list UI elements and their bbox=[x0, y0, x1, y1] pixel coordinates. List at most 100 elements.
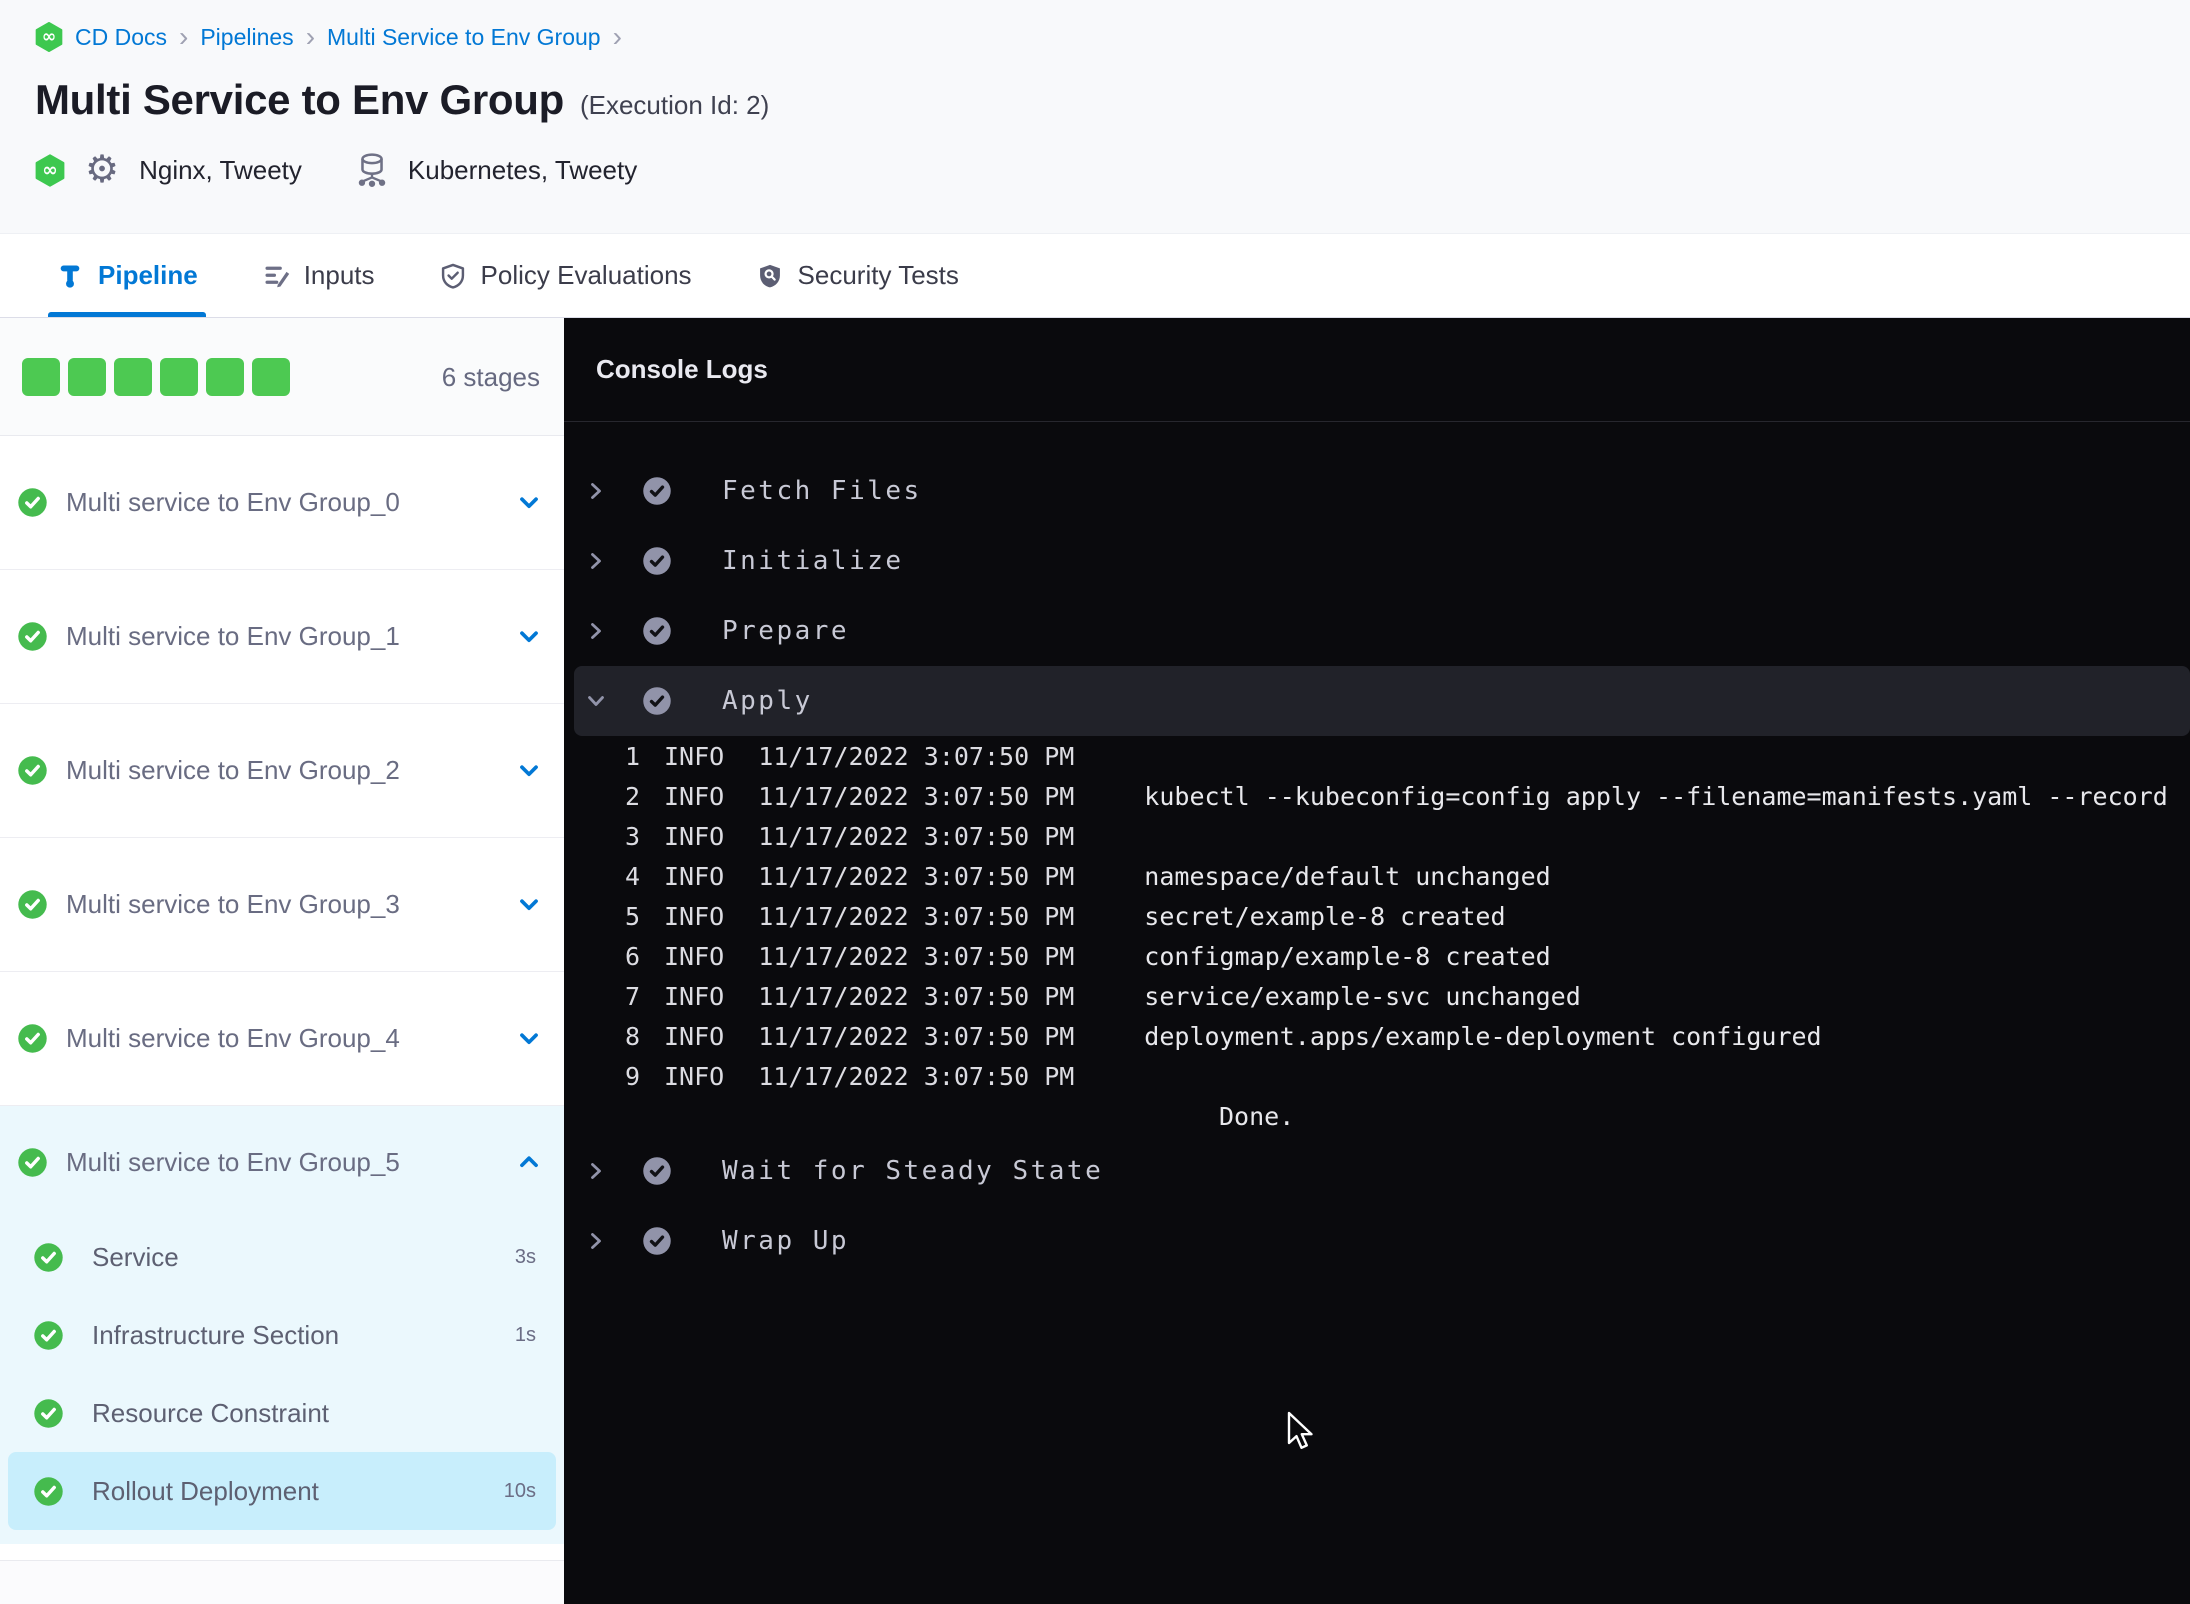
status-success-hexagon-icon: ∞ bbox=[35, 153, 65, 187]
check-circle-icon bbox=[33, 1476, 64, 1507]
console-step-fetch-files[interactable]: Fetch Files bbox=[564, 456, 2190, 526]
log-line: 3 INFO 11/17/2022 3:07:50 PM bbox=[564, 816, 2190, 856]
check-circle-icon bbox=[17, 621, 48, 652]
pipeline-execution-page: ∞ CD Docs › Pipelines › Multi Service to… bbox=[0, 0, 2190, 1604]
console-step-wrap-up[interactable]: Wrap Up bbox=[564, 1206, 2190, 1276]
chevron-up-icon[interactable] bbox=[516, 1149, 542, 1175]
stage-name: Multi service to Env Group_0 bbox=[66, 487, 400, 517]
chevron-right-icon[interactable] bbox=[584, 549, 608, 573]
chevron-right-icon[interactable] bbox=[584, 479, 608, 503]
panel-gap bbox=[0, 1544, 564, 1560]
stage-count-label: 6 stages bbox=[441, 361, 540, 392]
chevron-down-icon[interactable] bbox=[516, 624, 542, 650]
console-step-name: Prepare bbox=[722, 616, 850, 646]
chevron-down-icon[interactable] bbox=[516, 892, 542, 918]
check-circle-icon bbox=[642, 616, 672, 646]
chevron-down-icon[interactable] bbox=[516, 490, 542, 516]
console-logs-header: Console Logs bbox=[564, 318, 2190, 422]
log-level: INFO bbox=[664, 741, 725, 771]
chevron-right-icon[interactable] bbox=[584, 1159, 608, 1183]
chevron-right-icon[interactable] bbox=[584, 619, 608, 643]
console-step-apply-expanded[interactable]: Apply bbox=[574, 666, 2190, 736]
stage-progress-square[interactable] bbox=[252, 358, 290, 396]
log-line: 7 INFO 11/17/2022 3:07:50 PM service/exampl… bbox=[564, 976, 2190, 1016]
check-circle-icon bbox=[17, 1023, 48, 1054]
tab-policy-evaluations[interactable]: Policy Evaluations bbox=[431, 234, 700, 317]
console-step-initialize[interactable]: Initialize bbox=[564, 526, 2190, 596]
log-line-number: 3 bbox=[624, 821, 640, 851]
console-step-wait-for-steady-state[interactable]: Wait for Steady State bbox=[564, 1136, 2190, 1206]
log-message: service/example-svc unchanged bbox=[1144, 981, 1581, 1011]
log-line: 9 INFO 11/17/2022 3:07:50 PM bbox=[564, 1056, 2190, 1096]
console-step-name: Fetch Files bbox=[722, 476, 922, 506]
log-timestamp: 11/17/2022 3:07:50 PM bbox=[758, 861, 1075, 891]
check-circle-icon bbox=[642, 476, 672, 506]
security-tests-icon bbox=[756, 262, 784, 290]
tab-label: Security Tests bbox=[797, 260, 959, 290]
step-row-service[interactable]: Service 3s bbox=[8, 1218, 556, 1296]
log-line: 2 INFO 11/17/2022 3:07:50 PM kubectl --kube… bbox=[564, 776, 2190, 816]
check-circle-icon bbox=[17, 1147, 48, 1178]
step-name: Rollout Deployment bbox=[92, 1475, 319, 1506]
stage-row-multi-service-to-env-group-5[interactable]: Multi service to Env Group_5 bbox=[0, 1106, 564, 1218]
step-row-rollout-deployment[interactable]: Rollout Deployment 10s bbox=[8, 1452, 556, 1530]
log-line: 5 INFO 11/17/2022 3:07:50 PM secret/example… bbox=[564, 896, 2190, 936]
stage-row-multi-service-to-env-group-0[interactable]: Multi service to Env Group_0 bbox=[0, 436, 564, 570]
breadcrumb-link-pipelines[interactable]: Pipelines bbox=[200, 24, 293, 51]
services-gear-icon: ⚙ bbox=[85, 149, 120, 191]
check-circle-icon bbox=[17, 487, 48, 518]
step-duration: 3s bbox=[514, 1245, 536, 1268]
inputs-icon bbox=[262, 262, 290, 290]
log-line: 6 INFO 11/17/2022 3:07:50 PM configmap/exam… bbox=[564, 936, 2190, 976]
stage-progress-square[interactable] bbox=[22, 358, 60, 396]
tab-label: Pipeline bbox=[98, 260, 198, 290]
console-logs-title: Console Logs bbox=[596, 354, 768, 384]
log-timestamp: 11/17/2022 3:07:50 PM bbox=[758, 741, 1075, 771]
log-level: INFO bbox=[664, 941, 725, 971]
log-line-number: 4 bbox=[624, 861, 640, 891]
breadcrumb-link-pipeline-name[interactable]: Multi Service to Env Group bbox=[327, 24, 601, 51]
check-circle-icon bbox=[17, 889, 48, 920]
stage-progress-square[interactable] bbox=[68, 358, 106, 396]
stage-row-multi-service-to-env-group-2[interactable]: Multi service to Env Group_2 bbox=[0, 704, 564, 838]
check-circle-icon bbox=[642, 1226, 672, 1256]
tab-label: Inputs bbox=[303, 260, 375, 290]
log-timestamp: 11/17/2022 3:07:50 PM bbox=[758, 821, 1075, 851]
log-line-number: 7 bbox=[624, 981, 640, 1011]
harness-cd-icon: ∞ bbox=[35, 22, 63, 52]
log-line: 1 INFO 11/17/2022 3:07:50 PM bbox=[564, 736, 2190, 776]
breadcrumb-separator-icon: › bbox=[612, 21, 622, 52]
log-line-done: Done. bbox=[564, 1096, 2190, 1136]
log-timestamp: 11/17/2022 3:07:50 PM bbox=[758, 781, 1075, 811]
stage-row-multi-service-to-env-group-3[interactable]: Multi service to Env Group_3 bbox=[0, 838, 564, 972]
stage-progress-squares[interactable] bbox=[22, 358, 290, 396]
page-header: ∞ CD Docs › Pipelines › Multi Service to… bbox=[0, 0, 2190, 318]
chevron-right-icon[interactable] bbox=[584, 1229, 608, 1253]
console-step-name: Wait for Steady State bbox=[722, 1156, 1104, 1186]
chevron-down-icon[interactable] bbox=[516, 758, 542, 784]
tab-pipeline[interactable]: Pipeline bbox=[48, 234, 206, 317]
tab-security-tests[interactable]: Security Tests bbox=[748, 234, 967, 317]
stage-row-multi-service-to-env-group-1[interactable]: Multi service to Env Group_1 bbox=[0, 570, 564, 704]
stage-row-multi-service-to-env-group-4[interactable]: Multi service to Env Group_4 bbox=[0, 972, 564, 1106]
console-step-prepare[interactable]: Prepare bbox=[564, 596, 2190, 666]
chevron-down-icon[interactable] bbox=[516, 1026, 542, 1052]
stage-progress-square[interactable] bbox=[160, 358, 198, 396]
step-duration: 10s bbox=[503, 1479, 536, 1502]
step-row-infrastructure-section[interactable]: Infrastructure Section 1s bbox=[8, 1296, 556, 1374]
console-step-name: Apply bbox=[722, 686, 813, 716]
log-level: INFO bbox=[664, 1061, 725, 1091]
pipeline-icon bbox=[56, 262, 84, 290]
console-step-name: Initialize bbox=[722, 546, 904, 576]
log-line: 8 INFO 11/17/2022 3:07:50 PM deployment.app… bbox=[564, 1016, 2190, 1056]
console-logs-panel: Console Logs Fetch Files Initialize Prepar… bbox=[564, 318, 2190, 1604]
stage-progress-square[interactable] bbox=[114, 358, 152, 396]
log-timestamp: 11/17/2022 3:07:50 PM bbox=[758, 1061, 1075, 1091]
stage-progress-square[interactable] bbox=[206, 358, 244, 396]
breadcrumb-link-cd-docs[interactable]: CD Docs bbox=[75, 24, 167, 51]
check-circle-icon bbox=[642, 546, 672, 576]
tab-inputs[interactable]: Inputs bbox=[254, 234, 383, 317]
log-line-number: 9 bbox=[624, 1061, 640, 1091]
chevron-down-icon[interactable] bbox=[584, 689, 608, 713]
step-row-resource-constraint[interactable]: Resource Constraint bbox=[8, 1374, 556, 1452]
